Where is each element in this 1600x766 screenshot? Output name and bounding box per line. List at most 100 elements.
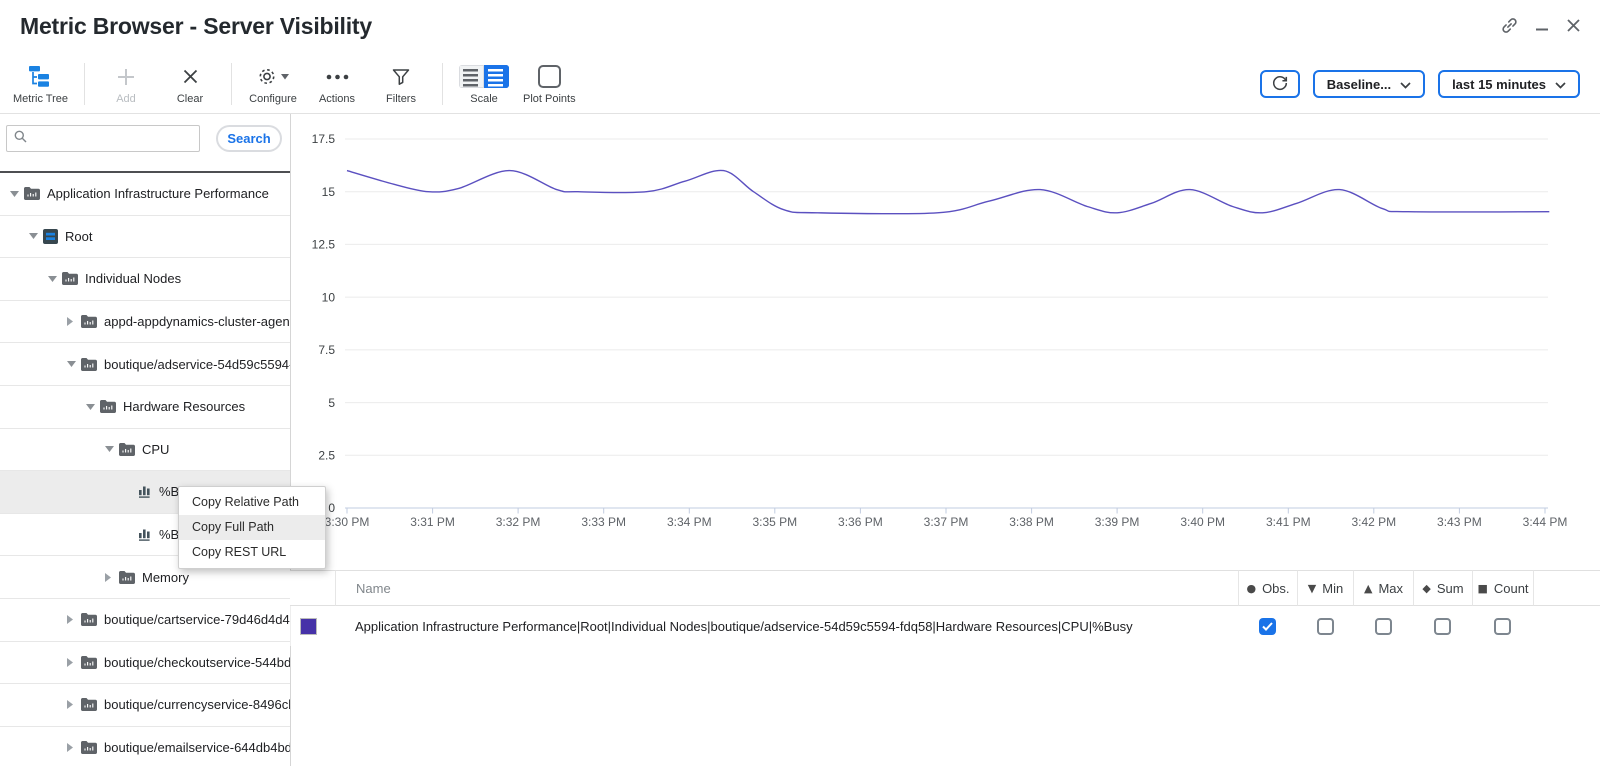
time-range-dropdown[interactable]: last 15 minutes [1438,70,1580,98]
scale-icon [459,63,509,90]
ellipsis-icon [326,63,349,90]
checkbox-sum[interactable] [1434,618,1451,635]
baseline-dropdown[interactable]: Baseline... [1313,70,1425,98]
toolbar-separator [84,63,85,105]
caret-down-icon[interactable] [86,404,98,410]
toolbar-separator [442,63,443,105]
chart-area: 02.557.51012.51517.53:30 PM3:31 PM3:32 P… [291,114,1600,549]
metric-line-chart[interactable]: 02.557.51012.51517.53:30 PM3:31 PM3:32 P… [291,114,1600,549]
minimize-icon[interactable] [1534,16,1550,35]
tree-node-individual-nodes[interactable]: Individual Nodes [0,258,290,301]
checkbox-max[interactable] [1375,618,1392,635]
max-triangle-up-icon: ▲ [1364,582,1372,595]
menu-item-copy-rest-url[interactable]: Copy REST URL [179,540,325,565]
folder-chart-icon [81,613,97,626]
caret-down-icon[interactable] [29,233,41,239]
tree-node-boutique-checkoutservice-544bdf649[interactable]: boutique/checkoutservice-544bdf649 [0,642,290,685]
gear-icon [257,63,289,90]
svg-text:3:31 PM: 3:31 PM [410,515,455,529]
folder-chart-icon [81,358,97,371]
caret-right-icon[interactable] [67,317,79,326]
caret-down-icon[interactable] [67,361,79,367]
folder-chart-icon [119,443,135,456]
clear-button[interactable]: Clear [158,63,222,105]
svg-text:3:42 PM: 3:42 PM [1351,515,1396,529]
tree-node-boutique-cartservice-79d46d4d46-9b[interactable]: boutique/cartservice-79d46d4d46-9b [0,599,290,642]
svg-text:15: 15 [322,185,336,199]
column-header-min[interactable]: ▼Min [1297,570,1353,606]
tree-node-appd-appdynamics-cluster-agent-app[interactable]: appd-appdynamics-cluster-agent-app [0,301,290,344]
column-header-max[interactable]: ▲Max [1353,570,1413,606]
search-button[interactable]: Search [216,125,282,152]
toolbar: Metric Tree Add Clear Configure [0,55,1600,114]
series-swatch-cell [290,606,335,646]
caret-right-icon[interactable] [67,743,79,752]
search-box [6,125,200,152]
folder-chart-icon [119,571,135,584]
menu-item-copy-full-path[interactable]: Copy Full Path [179,515,325,540]
svg-text:3:32 PM: 3:32 PM [496,515,541,529]
folder-chart-icon [81,698,97,711]
svg-text:3:40 PM: 3:40 PM [1180,515,1225,529]
menu-item-copy-relative-path[interactable]: Copy Relative Path [179,490,325,515]
column-header-count[interactable]: ■Count [1472,570,1533,606]
funnel-icon [391,63,411,90]
tree-node-label: Hardware Resources [123,399,245,414]
search-icon [14,130,27,148]
tree-node-application-infrastructure-performance[interactable]: Application Infrastructure Performance [0,173,290,216]
metric-bars-icon [138,485,152,498]
plot-points-checkbox[interactable]: Plot Points [516,63,583,105]
baseline-dropdown-label: Baseline... [1327,77,1391,92]
close-icon[interactable] [1565,17,1582,34]
metric-browser-window: { "window": { "title": "Metric Browser -… [0,0,1600,766]
context-menu: Copy Relative PathCopy Full PathCopy RES… [178,486,326,569]
actions-button[interactable]: Actions [305,63,369,105]
series-color-swatch [300,618,317,635]
time-range-label: last 15 minutes [1452,77,1546,92]
caret-down-icon[interactable] [105,446,117,452]
tree-node-boutique-adservice-54d59c5594-fdq58[interactable]: boutique/adservice-54d59c5594-fdq58 [0,343,290,386]
caret-right-icon[interactable] [67,700,79,709]
add-button[interactable]: Add [94,63,158,105]
column-header-sum[interactable]: ◆Sum [1413,570,1472,606]
clear-icon [181,63,200,90]
tree-node-hardware-resources[interactable]: Hardware Resources [0,386,290,429]
page-title: Metric Browser - Server Visibility [0,0,1600,40]
obs-circle-icon: ● [1246,582,1256,595]
svg-text:3:36 PM: 3:36 PM [838,515,883,529]
caret-right-icon[interactable] [67,615,79,624]
column-header-obs[interactable]: ●Obs. [1238,570,1297,606]
configure-button[interactable]: Configure [241,63,305,105]
metric-tree: Application Infrastructure PerformanceRo… [0,173,290,766]
chevron-down-icon [1555,77,1566,92]
min-triangle-down-icon: ▼ [1308,582,1316,595]
caret-right-icon[interactable] [67,658,79,667]
scale-toggle[interactable]: Scale [452,63,516,105]
tree-node-label: boutique/checkoutservice-544bdf649 [104,655,290,670]
search-input[interactable] [33,131,192,147]
tree-node-boutique-emailservice-644db4bdf8-lc[interactable]: boutique/emailservice-644db4bdf8-lc [0,727,290,766]
tree-node-label: Individual Nodes [85,271,181,286]
tree-node-cpu[interactable]: CPU [0,429,290,472]
column-header-name[interactable]: Name [335,570,1238,606]
link-icon[interactable] [1500,16,1519,35]
caret-down-icon[interactable] [10,191,22,197]
folder-chart-icon [81,656,97,669]
tree-node-root[interactable]: Root [0,216,290,259]
metric-tree-button[interactable]: Metric Tree [6,63,75,105]
table-header-spacer [290,570,335,606]
refresh-button[interactable] [1260,70,1300,98]
series-table-header: Name●Obs.▼Min▲Max◆Sum■Count [290,570,1600,606]
checkbox-min[interactable] [1317,618,1334,635]
checkbox-count[interactable] [1494,618,1511,635]
checkbox-obs[interactable] [1259,618,1276,635]
tree-node-boutique-currencyservice-8496cb5c7[interactable]: boutique/currencyservice-8496cb5c7 [0,684,290,727]
folder-chart-icon [81,315,97,328]
caret-down-icon[interactable] [48,276,60,282]
row-filler [1533,606,1600,646]
svg-text:0: 0 [328,501,335,515]
caret-right-icon[interactable] [105,573,117,582]
checkbox-cell [1353,606,1413,646]
checkbox-cell [1413,606,1472,646]
filters-button[interactable]: Filters [369,63,433,105]
